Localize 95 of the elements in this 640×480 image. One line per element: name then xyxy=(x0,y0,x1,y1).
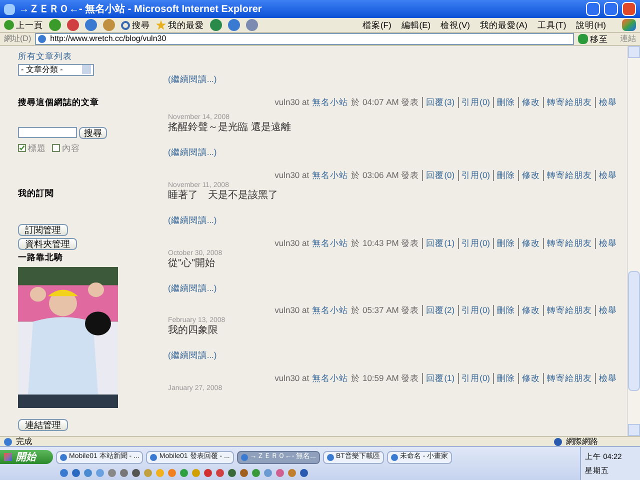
post-time: 於 10:59 AM 發表 xyxy=(351,373,420,384)
links-manage-button[interactable]: 連結管理 xyxy=(18,419,68,431)
post-action-link[interactable]: 引用(0) xyxy=(458,96,490,108)
post-action-link[interactable]: 檢舉 xyxy=(595,96,617,108)
banner-title: 一路靠北騎 xyxy=(18,251,64,264)
post-action-link[interactable]: 刪除 xyxy=(493,170,515,181)
post-time: 於 10:43 PM 發表 xyxy=(351,238,420,248)
post-action-link[interactable]: 轉寄給朋友 xyxy=(543,373,592,384)
category-select[interactable]: - 文章分類 - xyxy=(18,64,94,76)
post-action-link[interactable]: 回覆(1) xyxy=(422,373,455,384)
post-action-link[interactable]: 檢舉 xyxy=(595,170,617,181)
post-action-link[interactable]: 修改 xyxy=(518,373,540,384)
post-title[interactable]: 從"心"開始 xyxy=(168,258,617,270)
address-label: 網址(D) xyxy=(4,33,32,45)
post-time: 於 05:37 AM 發表 xyxy=(351,305,420,316)
checkbox[interactable] xyxy=(52,144,60,152)
address-text: http://www.wretch.cc/blog/vuln30 xyxy=(50,33,166,45)
menu-item[interactable]: 我的最愛(A) xyxy=(478,18,530,32)
post-action-link[interactable]: 轉寄給朋友 xyxy=(543,96,592,108)
read-more-link[interactable]: (繼續閱讀...) xyxy=(168,73,217,86)
post-title[interactable]: 搖醒鈴聲～是光臨 還是遠離 xyxy=(168,122,617,134)
post-action-link[interactable]: 回覆(0) xyxy=(422,170,455,181)
post-action-link[interactable]: 刪除 xyxy=(493,96,515,108)
post-action-link[interactable]: 引用(0) xyxy=(458,238,490,248)
site-link[interactable]: 無名小站 xyxy=(312,373,348,384)
menu-item[interactable]: 編輯(E) xyxy=(399,18,433,32)
post-action-link[interactable]: 修改 xyxy=(518,305,540,316)
address-field[interactable]: http://www.wretch.cc/blog/vuln30 xyxy=(35,33,574,45)
minimize-button[interactable] xyxy=(586,2,600,16)
post-author: vuln30 at xyxy=(274,305,310,316)
read-more-link[interactable]: (繼續閱讀...) xyxy=(168,349,217,362)
post-action-link[interactable]: 引用(0) xyxy=(458,373,490,384)
window-title: →ＺＥＲＯ←- 無名小站 - Microsoft Internet Explorer xyxy=(19,2,263,16)
menu-item[interactable]: 檔案(F) xyxy=(360,18,394,32)
post-action-link[interactable]: 回覆(3) xyxy=(422,96,455,108)
go-button[interactable]: 移至 xyxy=(578,32,608,46)
post-author: vuln30 at xyxy=(274,238,310,248)
read-more-link[interactable]: (繼續閱讀...) xyxy=(168,146,217,159)
scroll-thumb[interactable] xyxy=(628,271,640,391)
close-button[interactable] xyxy=(622,2,636,16)
post-action-link[interactable]: 回覆(2) xyxy=(422,305,455,316)
maximize-button[interactable] xyxy=(604,2,618,16)
post-time: 於 03:06 AM 發表 xyxy=(351,170,420,181)
status-text: 完成 xyxy=(16,436,33,448)
checkbox-label: 標題 xyxy=(28,142,46,154)
scrollbar[interactable] xyxy=(627,46,640,436)
read-more-link[interactable]: (繼續閱讀...) xyxy=(168,214,217,226)
checkbox-label: 內容 xyxy=(62,142,80,154)
all-posts-link[interactable]: 所有文章列表 xyxy=(18,50,72,63)
manage-button[interactable]: 資料夾管理 xyxy=(18,238,77,250)
menu-item[interactable]: 說明(H) xyxy=(574,18,608,32)
post-action-link[interactable]: 引用(0) xyxy=(458,305,490,316)
post-title[interactable]: 睡著了 天是不是該黑了 xyxy=(168,190,617,202)
links-label: 連結 xyxy=(620,33,636,45)
post-author: vuln30 at xyxy=(274,373,310,384)
read-more-link[interactable]: (繼續閱讀...) xyxy=(168,282,217,294)
post-time: 於 04:07 AM 發表 xyxy=(351,96,420,108)
post-action-link[interactable]: 引用(0) xyxy=(458,170,490,181)
subscriptions-heading: 我的訂閱 xyxy=(18,187,55,200)
post-action-link[interactable]: 檢舉 xyxy=(595,373,617,384)
search-heading: 搜尋這個網誌的文章 xyxy=(18,96,100,108)
select-value: - 文章分類 - xyxy=(21,64,63,76)
globe-icon xyxy=(554,438,562,446)
site-link[interactable]: 無名小站 xyxy=(312,238,348,248)
star-icon xyxy=(156,20,166,30)
favorites-button[interactable]: 我的最愛 xyxy=(156,18,204,32)
site-link[interactable]: 無名小站 xyxy=(312,305,348,316)
post-action-link[interactable]: 轉寄給朋友 xyxy=(543,170,592,181)
post-action-link[interactable]: 轉寄給朋友 xyxy=(543,305,592,316)
post-action-link[interactable]: 修改 xyxy=(518,96,540,108)
start-button[interactable]: 開始 xyxy=(0,450,53,464)
post-action-link[interactable]: 刪除 xyxy=(493,305,515,316)
search-submit-button[interactable]: 搜尋 xyxy=(79,126,107,138)
post-action-link[interactable]: 刪除 xyxy=(493,238,515,248)
site-link[interactable]: 無名小站 xyxy=(312,96,348,108)
post-title[interactable]: 我的四象限 xyxy=(168,325,617,338)
post-action-link[interactable]: 回覆(1) xyxy=(422,238,455,248)
site-link[interactable]: 無名小站 xyxy=(312,170,348,181)
menu-item[interactable]: 檢視(V) xyxy=(438,18,472,32)
search-field[interactable] xyxy=(18,127,77,138)
post-action-link[interactable]: 修改 xyxy=(518,170,540,181)
search-button[interactable]: 搜尋 xyxy=(121,18,150,32)
post-action-link[interactable]: 轉寄給朋友 xyxy=(543,238,592,248)
zone-text: 網際網路 xyxy=(566,436,599,448)
post-author: vuln30 at xyxy=(274,96,310,108)
checkbox[interactable] xyxy=(18,144,26,152)
manage-button[interactable]: 訂閱管理 xyxy=(18,224,68,236)
search-icon xyxy=(121,20,130,30)
post-action-link[interactable]: 刪除 xyxy=(493,373,515,384)
back-button[interactable]: 上一頁 xyxy=(4,18,43,32)
post-action-link[interactable]: 修改 xyxy=(518,238,540,248)
post-action-link[interactable]: 檢舉 xyxy=(595,305,617,316)
post-author: vuln30 at xyxy=(274,170,310,181)
post-action-link[interactable]: 檢舉 xyxy=(595,238,617,248)
menu-item[interactable]: 工具(T) xyxy=(535,18,568,32)
